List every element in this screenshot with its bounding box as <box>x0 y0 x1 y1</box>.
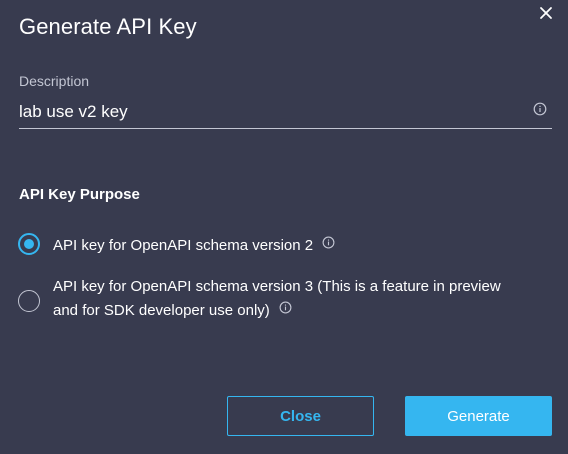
radio-option-schema-v3[interactable]: API key for OpenAPI schema version 3 (Th… <box>18 275 501 322</box>
info-icon[interactable] <box>279 298 292 321</box>
radio-label-v2: API key for OpenAPI schema version 2 <box>53 233 335 257</box>
info-icon[interactable] <box>322 233 335 256</box>
description-label: Description <box>19 73 90 89</box>
radio-button-v3[interactable] <box>18 290 40 312</box>
generate-button[interactable]: Generate <box>405 396 552 436</box>
dialog-title: Generate API Key <box>19 14 197 39</box>
description-field <box>19 96 552 129</box>
radio-option-schema-v2[interactable]: API key for OpenAPI schema version 2 <box>18 233 335 257</box>
info-icon[interactable] <box>533 102 547 121</box>
radio-button-v2[interactable] <box>18 233 40 255</box>
description-input[interactable] <box>19 100 519 124</box>
close-icon[interactable] <box>537 4 555 22</box>
api-key-purpose-heading: API Key Purpose <box>19 186 140 203</box>
close-button[interactable]: Close <box>227 396 374 436</box>
generate-api-key-dialog: Generate API Key Description API Key Pur… <box>0 0 568 454</box>
radio-label-v3: API key for OpenAPI schema version 3 (Th… <box>53 278 501 321</box>
